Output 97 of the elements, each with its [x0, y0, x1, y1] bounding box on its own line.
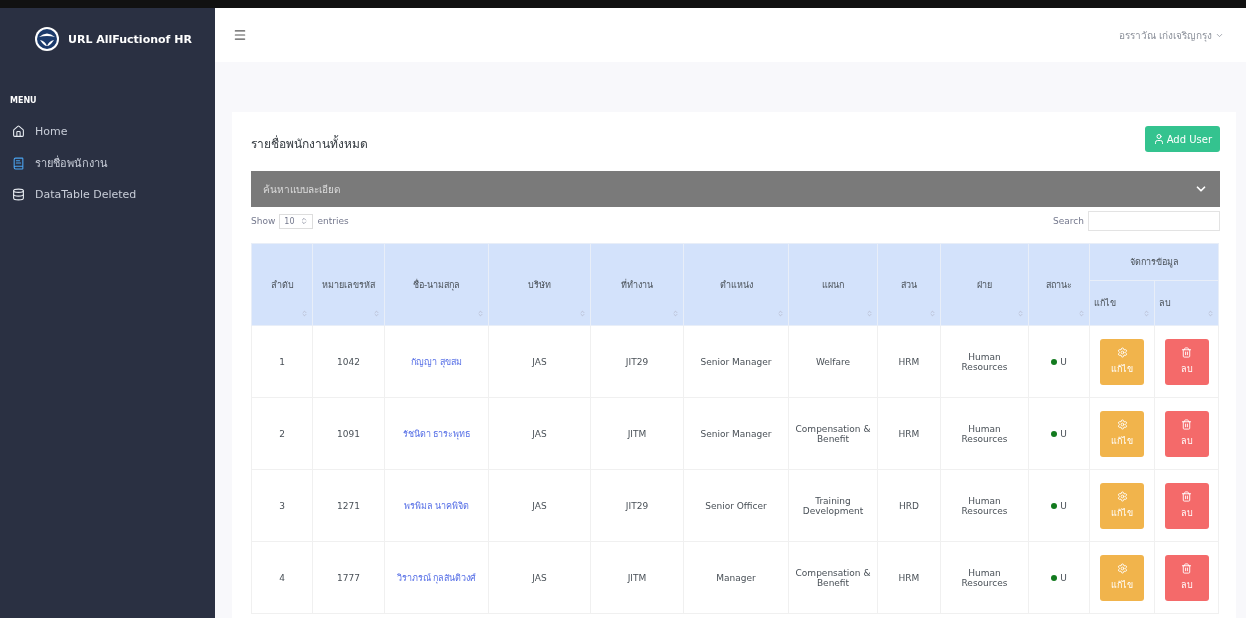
page-title: รายชื่อพนักงานทั้งหมด [251, 134, 368, 153]
sort-icon [477, 310, 484, 317]
sort-icon [929, 310, 936, 317]
status-indicator: U [1051, 500, 1067, 511]
table-cell: Compensation & Benefit [788, 541, 878, 614]
column-header[interactable]: ตำแหน่ง [683, 243, 789, 326]
sort-icon [373, 310, 380, 317]
column-header[interactable]: ส่วน [877, 243, 941, 326]
page-size-select[interactable]: 10 [279, 213, 314, 229]
employee-name-link[interactable]: กัญญา สุขสม [411, 356, 462, 367]
delete-button[interactable]: ลบ [1164, 410, 1209, 457]
table-cell: HRM [877, 397, 941, 470]
table-cell: Human Resources [940, 541, 1029, 614]
employee-name-link[interactable]: พรพิมล นาคพิจิต [403, 500, 470, 511]
table-cell: HRM [877, 325, 941, 398]
gear-icon [1116, 491, 1128, 502]
trash-icon [1181, 419, 1192, 430]
column-header[interactable]: แก้ไข [1089, 280, 1155, 326]
sort-icon [672, 310, 679, 317]
employee-name-link[interactable]: รัชนิดา ธาระพุทธ [402, 428, 471, 439]
table-cell: JAS [488, 541, 591, 614]
delete-button[interactable]: ลบ [1164, 482, 1209, 529]
menu-button[interactable] [233, 28, 247, 42]
table-cell: Manager [683, 541, 789, 614]
caret-icon [300, 217, 309, 225]
table-cell: JAS [488, 469, 591, 542]
table-cell: Welfare [788, 325, 878, 398]
table-cell: Human Resources [940, 397, 1029, 470]
column-header[interactable]: สถานะ [1028, 243, 1090, 326]
sidebar-item[interactable]: รายชื่อพนักงาน [0, 146, 215, 180]
column-header[interactable]: แผนก [788, 243, 878, 326]
table-cell: JIT29 [590, 469, 684, 542]
sort-icon [1143, 310, 1150, 317]
employee-name-link[interactable]: วิราภรณ์ กุลสันติวงศ์ [396, 572, 477, 583]
delete-button[interactable]: ลบ [1164, 554, 1209, 601]
table-cell: 1777 [312, 541, 385, 614]
gear-icon [1116, 347, 1128, 358]
table-cell: Training Development [788, 469, 878, 542]
user-icon [1152, 133, 1165, 145]
table-cell: 1091 [312, 397, 385, 470]
status-indicator: U [1051, 356, 1067, 367]
table-cell: JITM [590, 541, 684, 614]
user-menu[interactable]: อรราวัณ เก่งเจริญกรุง [1112, 26, 1230, 44]
table-cell: 1042 [312, 325, 385, 398]
table-cell: 1271 [312, 469, 385, 542]
sort-icon [1207, 310, 1214, 317]
column-header[interactable]: ลบ [1154, 280, 1219, 326]
trash-icon [1181, 491, 1192, 502]
table-cell: 4 [251, 541, 313, 614]
column-header[interactable]: ที่ทำงาน [590, 243, 684, 326]
trash-icon [1181, 563, 1192, 574]
book-icon [12, 156, 25, 170]
show-label: Show [251, 216, 276, 226]
sort-icon [866, 310, 873, 317]
table-cell: Human Resources [940, 469, 1029, 542]
column-header[interactable]: ลำดับ [251, 243, 313, 326]
table-cell: JAS [488, 397, 591, 470]
brand-name: URL AllFuctionof HR [68, 32, 192, 46]
status-indicator: U [1051, 572, 1067, 583]
table-cell: Senior Officer [683, 469, 789, 542]
sort-icon [777, 310, 784, 317]
house-icon [12, 125, 25, 138]
sort-icon [1078, 310, 1085, 317]
entries-label: entries [317, 216, 349, 226]
table-cell: 3 [251, 469, 313, 542]
logo-icon [34, 26, 60, 52]
trash-icon [1181, 347, 1192, 358]
database-icon [12, 188, 25, 201]
table-cell: Compensation & Benefit [788, 397, 878, 470]
column-header[interactable]: ฝ่าย [940, 243, 1029, 326]
table-cell: JIT29 [590, 325, 684, 398]
table-cell: 2 [251, 397, 313, 470]
menu-heading: MENU [9, 95, 38, 107]
table-cell: JITM [590, 397, 684, 470]
filter-panel-header[interactable]: ค้นหาแบบละเอียด [251, 171, 1220, 207]
column-header[interactable]: หมายเลขรหัส [312, 243, 385, 326]
sort-icon [579, 310, 586, 317]
search-field[interactable] [1088, 211, 1220, 231]
table-cell: Human Resources [940, 325, 1029, 398]
status-indicator: U [1051, 428, 1067, 439]
sidebar-item[interactable]: DataTable Deleted [0, 180, 215, 209]
table-cell: Senior Manager [683, 397, 789, 470]
table-cell: JAS [488, 325, 591, 398]
sort-icon [1017, 310, 1024, 317]
column-header[interactable]: บริษัท [488, 243, 591, 326]
column-group-header: จัดการข้อมูล [1089, 243, 1219, 281]
gear-icon [1116, 563, 1128, 574]
delete-button[interactable]: ลบ [1164, 338, 1209, 385]
sidebar-item[interactable]: Home [0, 117, 215, 146]
table-cell: Senior Manager [683, 325, 789, 398]
table-cell: 1 [251, 325, 313, 398]
table-cell: HRD [877, 469, 941, 542]
search-label: Search [1053, 216, 1084, 226]
column-header[interactable]: ชื่อ-นามสกุล [384, 243, 489, 326]
sort-icon [301, 310, 308, 317]
table-cell: HRM [877, 541, 941, 614]
gear-icon [1116, 419, 1128, 430]
